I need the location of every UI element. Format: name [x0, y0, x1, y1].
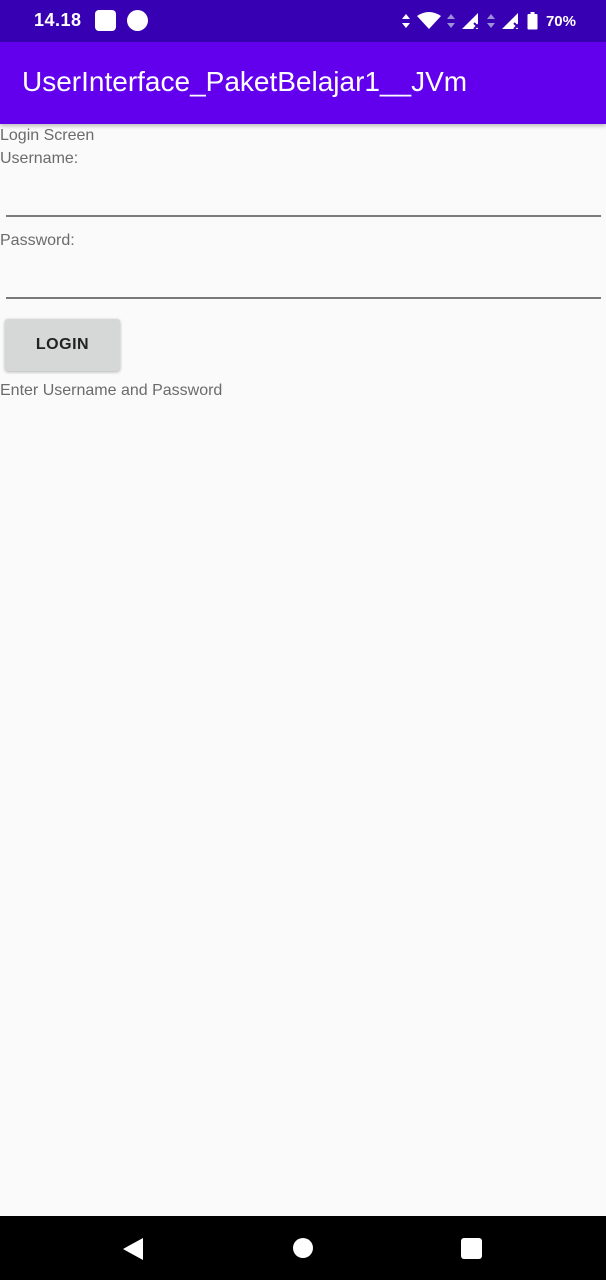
data-arrows-icon	[401, 14, 410, 28]
notification-circle-icon	[127, 10, 148, 31]
username-field[interactable]	[6, 175, 601, 217]
back-icon[interactable]	[122, 1237, 144, 1261]
status-time: 14.18	[34, 10, 82, 30]
status-message: Enter Username and Password	[0, 382, 223, 399]
navigation-bar	[0, 1216, 606, 1280]
data-arrows-icon	[486, 14, 495, 28]
notification-square-icon	[95, 10, 116, 31]
battery-percent: 70%	[545, 12, 576, 30]
login-screen-label: Login Screen	[0, 127, 95, 144]
recents-icon[interactable]	[461, 1238, 482, 1259]
battery-icon	[527, 12, 538, 30]
password-label: Password:	[0, 232, 75, 249]
app-title: UserInterface_PaketBelajar1__JVm	[22, 66, 468, 97]
password-field[interactable]	[6, 257, 601, 299]
status-bar: 14.18 70%	[0, 0, 606, 42]
home-icon[interactable]	[293, 1238, 313, 1258]
app-bar: UserInterface_PaketBelajar1__JVm	[0, 42, 606, 124]
login-button[interactable]: LOGIN	[5, 319, 120, 371]
signal-icon	[461, 13, 481, 30]
signal-icon	[501, 13, 521, 30]
status-icons: 70%	[401, 8, 576, 34]
data-arrows-icon	[446, 14, 455, 28]
username-label: Username:	[0, 150, 79, 167]
wifi-icon	[416, 12, 441, 29]
